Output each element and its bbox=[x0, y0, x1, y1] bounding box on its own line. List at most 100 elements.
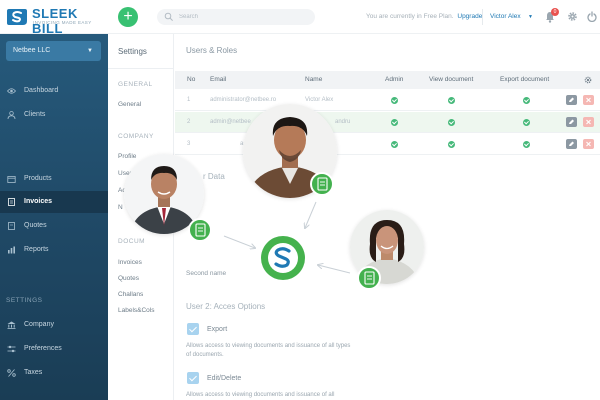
sidebar-item-label: Preferences bbox=[24, 345, 62, 352]
row-number: 1 bbox=[187, 97, 191, 103]
sidebar-item-company[interactable]: Company bbox=[0, 314, 108, 336]
row-email: admin@net bbox=[240, 141, 271, 147]
document-icon bbox=[8, 222, 15, 230]
bank-icon bbox=[7, 321, 16, 329]
chart-icon bbox=[8, 246, 15, 254]
search-input[interactable] bbox=[179, 12, 309, 22]
row-number: 2 bbox=[187, 119, 191, 125]
column-header: Email bbox=[210, 76, 227, 83]
settings-link-labels-cols[interactable]: Labels&Cols bbox=[118, 307, 155, 314]
divider bbox=[482, 9, 483, 25]
settings-link-ac[interactable]: Ac bbox=[118, 187, 126, 194]
user-menu[interactable]: Victor Alex bbox=[490, 13, 521, 20]
sidebar-item-label: Taxes bbox=[24, 369, 43, 376]
document-icon bbox=[8, 198, 15, 206]
settings-link-invoices[interactable]: Invoices bbox=[118, 259, 142, 266]
sidebar-item-reports[interactable]: Reports bbox=[0, 239, 108, 261]
settings-group-general: GENERAL bbox=[118, 81, 153, 88]
close-icon bbox=[586, 97, 591, 103]
sidebar-item-label: Products bbox=[24, 175, 52, 182]
option-name: Export bbox=[207, 326, 228, 333]
column-header: View document bbox=[429, 76, 474, 83]
table-row[interactable]: 2 admin@netbee andru bbox=[175, 112, 600, 133]
delete-button[interactable] bbox=[583, 139, 594, 149]
export-checkbox[interactable] bbox=[187, 323, 199, 335]
settings-group-documents: DOCUM bbox=[118, 238, 146, 245]
company-selector[interactable]: Netbee LLC ▼ bbox=[6, 41, 101, 61]
sliders-icon bbox=[7, 345, 16, 353]
column-header: Export document bbox=[500, 76, 550, 83]
view-check-icon bbox=[448, 97, 455, 104]
user-data-heading: r Data bbox=[203, 172, 225, 181]
settings-heading: SETTINGS bbox=[6, 297, 43, 304]
sidebar-item-label: Quotes bbox=[24, 222, 47, 229]
sidebar-item-preferences[interactable]: Preferences bbox=[0, 338, 108, 360]
logo[interactable]: SLEEK BILL INVOICING MADE EASY bbox=[6, 6, 106, 36]
export-check-icon bbox=[523, 97, 530, 104]
eye-icon bbox=[7, 88, 16, 94]
sidebar-item-quotes[interactable]: Quotes bbox=[0, 215, 108, 237]
settings-link-profile[interactable]: Profile bbox=[118, 153, 136, 160]
edit-delete-checkbox[interactable] bbox=[187, 372, 199, 384]
settings-link-n[interactable]: N bbox=[118, 204, 123, 211]
access-options-heading: User 2: Acces Options bbox=[186, 302, 266, 311]
page-title: Users & Roles bbox=[186, 46, 238, 55]
brand-tagline: INVOICING MADE EASY bbox=[33, 20, 92, 25]
notification-badge: 0 bbox=[551, 8, 559, 16]
sidebar-item-label: Company bbox=[24, 321, 54, 328]
gear-icon[interactable] bbox=[567, 11, 578, 22]
sidebar-item-taxes[interactable]: Taxes bbox=[0, 362, 108, 384]
settings-link-quotes[interactable]: Quotes bbox=[118, 275, 139, 282]
row-email: admin@netbee bbox=[210, 119, 251, 125]
settings-title: Settings bbox=[118, 47, 147, 56]
settings-link-general[interactable]: General bbox=[118, 101, 141, 108]
edit-button[interactable] bbox=[566, 117, 577, 127]
option-description: Allows access to viewing documents and i… bbox=[186, 392, 335, 398]
close-icon bbox=[586, 141, 591, 147]
pencil-icon bbox=[569, 97, 574, 102]
sidebar: Netbee LLC ▼ Dashboard Clients Products … bbox=[0, 34, 108, 400]
delete-button[interactable] bbox=[583, 117, 594, 127]
second-name-label: Second name bbox=[186, 270, 227, 277]
view-check-icon bbox=[448, 119, 455, 126]
gear-icon[interactable] bbox=[584, 76, 592, 84]
sidebar-item-label: Invoices bbox=[24, 198, 53, 205]
divider bbox=[108, 68, 174, 69]
settings-link-users[interactable]: Users bbox=[118, 170, 135, 177]
row-email: administrator@netbee.ro bbox=[210, 97, 277, 103]
delete-button[interactable] bbox=[583, 95, 594, 105]
pencil-icon bbox=[569, 141, 574, 146]
admin-check-icon bbox=[391, 97, 398, 104]
option-description: Allows access to viewing documents and i… bbox=[186, 343, 351, 358]
settings-group-company: COMPANY bbox=[118, 133, 154, 140]
pencil-icon bbox=[569, 119, 574, 124]
edit-button[interactable] bbox=[566, 95, 577, 105]
search-icon bbox=[164, 12, 173, 21]
sidebar-item-clients[interactable]: Clients bbox=[0, 104, 108, 126]
export-check-icon bbox=[523, 141, 530, 148]
company-name: Netbee LLC bbox=[13, 47, 51, 54]
sidebar-item-label: Dashboard bbox=[24, 87, 59, 94]
row-number: 3 bbox=[187, 141, 191, 147]
settings-link-challans[interactable]: Challans bbox=[118, 291, 143, 298]
sidebar-item-dashboard[interactable]: Dashboard bbox=[0, 80, 108, 102]
logo-icon bbox=[7, 9, 27, 25]
add-button[interactable]: + bbox=[118, 7, 138, 27]
column-header: Name bbox=[305, 76, 323, 83]
sidebar-item-products[interactable]: Products bbox=[0, 168, 108, 190]
column-header: Admin bbox=[385, 76, 404, 83]
power-icon[interactable] bbox=[587, 11, 597, 22]
table-row[interactable]: 3 admin@net bbox=[175, 134, 600, 155]
close-icon bbox=[586, 119, 591, 125]
chevron-down-icon[interactable]: ▼ bbox=[528, 14, 533, 20]
plan-text: You are currently in Free Plan. bbox=[366, 13, 454, 20]
edit-button[interactable] bbox=[566, 139, 577, 149]
table-header: No Email Name Admin View document Export… bbox=[175, 71, 600, 89]
table-row[interactable]: 1 administrator@netbee.ro Victor Alex bbox=[175, 90, 600, 111]
user-icon bbox=[7, 111, 16, 119]
search-bar bbox=[157, 9, 315, 25]
upgrade-link[interactable]: Upgrade bbox=[457, 13, 482, 20]
percent-icon bbox=[7, 369, 16, 377]
sidebar-item-invoices[interactable]: Invoices bbox=[0, 191, 108, 213]
box-icon bbox=[7, 176, 16, 183]
